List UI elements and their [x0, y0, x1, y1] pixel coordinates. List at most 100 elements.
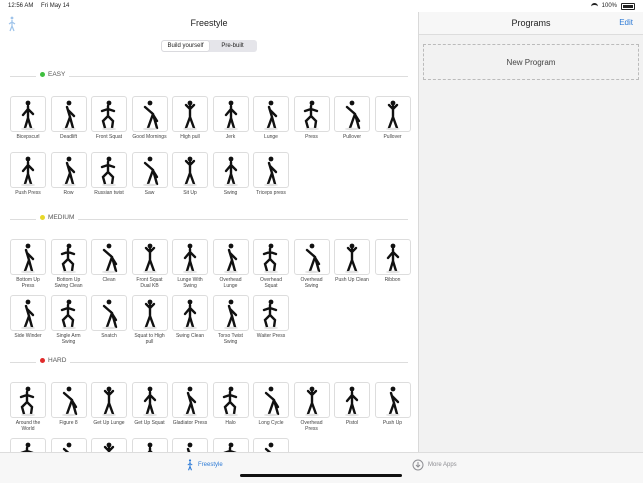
- exercise-tile[interactable]: Bottom Up Swing Clean: [50, 239, 87, 291]
- exercise-label: Torso Twist Swing: [218, 333, 243, 345]
- exercise-thumbnail: [131, 96, 168, 132]
- athlete-figure-icon: [264, 156, 278, 187]
- exercise-thumbnail: [172, 239, 208, 275]
- wifi-icon: [590, 2, 598, 10]
- exercise-tile[interactable]: Overhead Press: [293, 382, 330, 434]
- exercise-tile[interactable]: High pull: [172, 96, 208, 148]
- divider: [10, 76, 408, 77]
- page-title: Freestyle: [190, 18, 228, 28]
- exercise-tile[interactable]: Push Press: [10, 152, 46, 204]
- section-easy: EASY Bicepscurl Deadlift Front Squat Good Mo…: [0, 70, 418, 196]
- exercise-thumbnail: [334, 239, 370, 275]
- exercise-tile[interactable]: Halo: [212, 382, 249, 434]
- athlete-figure-icon: [61, 100, 76, 131]
- athlete-figure-icon: [223, 299, 238, 330]
- exercise-tile[interactable]: Overhead Squat: [253, 239, 289, 291]
- exercise-thumbnail: [253, 96, 289, 132]
- section-title: EASY: [48, 71, 66, 78]
- programs-title: Programs: [511, 18, 551, 28]
- athlete-figure-icon: [264, 100, 278, 131]
- exercise-tile[interactable]: Overhead Swing: [293, 239, 330, 291]
- exercise-tile[interactable]: Squat to High pull: [131, 295, 168, 347]
- exercise-tile[interactable]: Snatch: [91, 295, 127, 347]
- exercise-tile[interactable]: Russian twist: [91, 152, 127, 204]
- exercise-tile[interactable]: Bicepscurl: [10, 96, 46, 148]
- runner-tab-icon: [187, 459, 193, 471]
- exercise-tile[interactable]: Lunge: [253, 96, 289, 148]
- exercise-tile[interactable]: Around the World: [10, 382, 46, 434]
- athlete-figure-icon: [223, 100, 238, 131]
- athlete-figure-icon: [223, 156, 238, 187]
- exercise-tile[interactable]: Swing: [212, 152, 249, 204]
- athlete-figure-icon: [223, 243, 238, 274]
- exercise-label: Saw: [144, 190, 155, 196]
- exercise-tile[interactable]: Long Cycle: [253, 382, 289, 434]
- exercise-tile[interactable]: Overhead Lunge: [212, 239, 249, 291]
- exercise-tile[interactable]: Push Up: [374, 382, 411, 434]
- exercise-label: Bottom Up Swing Clean: [54, 277, 83, 289]
- exercise-tile[interactable]: Triceps press: [253, 152, 289, 204]
- athlete-figure-icon: [102, 386, 116, 417]
- tab-freestyle[interactable]: Freestyle: [186, 459, 223, 471]
- section-hard: HARD Around the World Figure 8 Get Up Lunge…: [0, 356, 418, 474]
- exercise-thumbnail: [293, 382, 330, 418]
- exercise-tile[interactable]: Pistol: [334, 382, 370, 434]
- exercise-label: Gladiator Press: [172, 420, 208, 426]
- exercise-label: Bicepscurl: [16, 134, 40, 140]
- exercise-tile[interactable]: Gladiator Press: [172, 382, 208, 434]
- exercise-tile[interactable]: Ribbon: [374, 239, 411, 291]
- segment-build-yourself[interactable]: Build yourself: [162, 41, 209, 51]
- athlete-figure-icon: [262, 299, 278, 330]
- exercise-tile[interactable]: Bottom Up Press: [10, 239, 46, 291]
- athlete-figure-icon: [304, 243, 320, 274]
- exercise-label: Front Squat Dual KB: [136, 277, 163, 289]
- exercise-tile[interactable]: Swing Clean: [172, 295, 208, 347]
- segment-pre-built[interactable]: Pre-built: [209, 41, 256, 51]
- exercise-tile[interactable]: Saw: [131, 152, 168, 204]
- exercise-label: Swing: [223, 190, 238, 196]
- difficulty-dot-icon: [40, 358, 45, 363]
- exercise-thumbnail: [334, 96, 370, 132]
- edit-button[interactable]: Edit: [619, 18, 633, 27]
- exercise-label: Get Up Lunge: [93, 420, 125, 426]
- exercise-tile[interactable]: Deadlift: [50, 96, 87, 148]
- exercise-tile[interactable]: Figure 8: [50, 382, 87, 434]
- exercise-tile[interactable]: Good Mornings: [131, 96, 168, 148]
- exercise-label: Overhead Swing: [300, 277, 323, 289]
- exercise-tile[interactable]: Front Squat: [91, 96, 127, 148]
- exercise-tile[interactable]: Side Winder: [10, 295, 46, 347]
- exercise-thumbnail: [212, 239, 249, 275]
- exercise-tile[interactable]: Pullover: [334, 96, 370, 148]
- exercise-tile[interactable]: Sit Up: [172, 152, 208, 204]
- athlete-figure-icon: [385, 243, 400, 274]
- exercise-tile[interactable]: Get Up Lunge: [91, 382, 127, 434]
- exercise-tile[interactable]: Jerk: [212, 96, 249, 148]
- runner-icon[interactable]: [8, 16, 16, 32]
- exercise-tile[interactable]: Lunge With Swing: [172, 239, 208, 291]
- exercise-tile[interactable]: Front Squat Dual KB: [131, 239, 168, 291]
- exercise-thumbnail: [253, 295, 289, 331]
- exercise-label: Single Arm Swing: [56, 333, 81, 345]
- exercise-tile[interactable]: Press: [293, 96, 330, 148]
- exercise-thumbnail: [212, 152, 249, 188]
- exercise-thumbnail: [131, 382, 168, 418]
- exercise-tile[interactable]: Waiter Press: [253, 295, 289, 347]
- new-program-button[interactable]: New Program: [423, 44, 639, 80]
- exercise-label: Squat to High pull: [134, 333, 165, 345]
- exercise-tile[interactable]: Torso Twist Swing: [212, 295, 249, 347]
- difficulty-dot-icon: [40, 72, 45, 77]
- section-title: MEDIUM: [48, 214, 75, 221]
- athlete-figure-icon: [183, 100, 197, 131]
- exercise-label: Push Press: [15, 190, 41, 196]
- exercise-label: Waiter Press: [256, 333, 286, 339]
- athlete-figure-icon: [385, 386, 400, 417]
- exercise-tile[interactable]: Push Up Clean: [334, 239, 370, 291]
- exercise-tile[interactable]: Row: [50, 152, 87, 204]
- exercise-tile[interactable]: Pullover: [374, 96, 411, 148]
- exercise-tile[interactable]: Get Up Squat: [131, 382, 168, 434]
- tab-more-apps[interactable]: More Apps: [412, 459, 457, 471]
- exercise-tile[interactable]: Clean: [91, 239, 127, 291]
- exercise-thumbnail: [91, 152, 127, 188]
- athlete-figure-icon: [60, 243, 76, 274]
- exercise-tile[interactable]: Single Arm Swing: [50, 295, 87, 347]
